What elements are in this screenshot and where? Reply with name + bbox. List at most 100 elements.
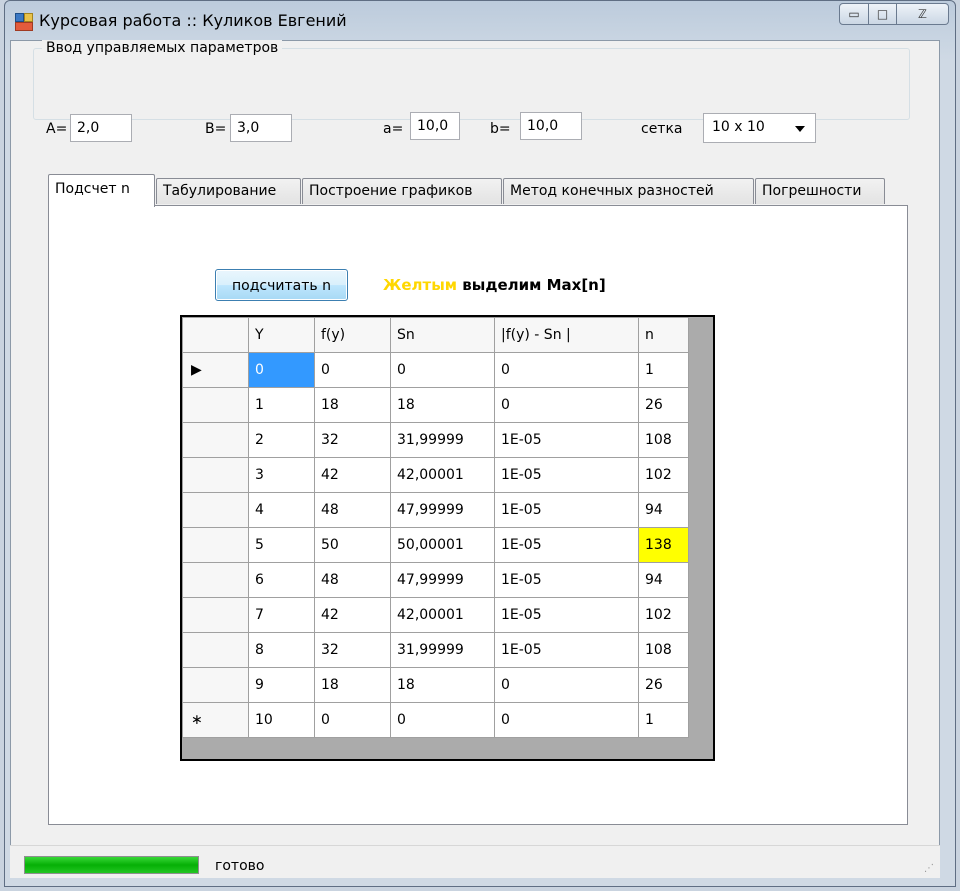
table-cell[interactable]: 102 — [638, 457, 689, 493]
table-cell[interactable]: 7 — [248, 597, 315, 633]
table-row[interactable]: 8 32 31,99999 1E-05 108 — [182, 632, 689, 668]
table-cell[interactable]: 0 — [314, 352, 391, 388]
row-header[interactable] — [182, 562, 249, 598]
table-cell[interactable]: 1 — [248, 387, 315, 423]
title-bar[interactable]: Курсовая работа :: Куликов Евгений ▭ □ ℤ — [5, 1, 955, 41]
a-lower-input[interactable] — [410, 112, 460, 140]
table-cell[interactable]: 42,00001 — [390, 457, 495, 493]
table-cell[interactable]: 50,00001 — [390, 527, 495, 563]
table-row[interactable]: 1 18 18 0 26 — [182, 387, 689, 423]
table-cell[interactable]: 6 — [248, 562, 315, 598]
tab-errors[interactable]: Погрешности — [755, 178, 885, 204]
table-cell[interactable]: 18 — [390, 667, 495, 703]
table-cell[interactable]: 32 — [314, 422, 391, 458]
table-cell[interactable]: 94 — [638, 492, 689, 528]
table-cell[interactable]: 18 — [314, 387, 391, 423]
table-cell[interactable]: 31,99999 — [390, 422, 495, 458]
row-header[interactable] — [182, 457, 249, 493]
b-upper-input[interactable] — [230, 114, 292, 142]
row-header[interactable] — [182, 527, 249, 563]
table-cell[interactable]: 26 — [638, 387, 689, 423]
table-cell[interactable]: 138 — [638, 527, 689, 563]
table-cell[interactable]: 47,99999 — [390, 492, 495, 528]
table-cell[interactable]: 8 — [248, 632, 315, 668]
table-row[interactable]: 3 42 42,00001 1E-05 102 — [182, 457, 689, 493]
table-row[interactable]: 9 18 18 0 26 — [182, 667, 689, 703]
table-row[interactable]: 5 50 50,00001 1E-05 138 — [182, 527, 689, 563]
tab-finite-difference[interactable]: Метод конечных разностей — [503, 178, 754, 204]
table-cell[interactable]: 108 — [638, 632, 689, 668]
table-cell[interactable]: 18 — [390, 387, 495, 423]
row-header[interactable]: ▶ — [182, 352, 249, 388]
table-cell[interactable]: 32 — [314, 632, 391, 668]
table-cell[interactable]: 1E-05 — [494, 562, 639, 598]
column-header-fy[interactable]: f(y) — [314, 317, 391, 353]
table-cell[interactable]: 0 — [248, 352, 315, 388]
table-cell[interactable]: 1E-05 — [494, 632, 639, 668]
row-header[interactable]: ∗ — [182, 702, 249, 738]
table-cell[interactable]: 0 — [390, 702, 495, 738]
table-cell[interactable]: 0 — [494, 667, 639, 703]
maximize-button[interactable]: □ — [869, 3, 897, 25]
row-header[interactable] — [182, 667, 249, 703]
tab-count-n[interactable]: Подсчет n — [48, 174, 155, 207]
table-cell[interactable]: 3 — [248, 457, 315, 493]
table-cell[interactable]: 42 — [314, 597, 391, 633]
b-lower-input[interactable] — [520, 112, 582, 140]
table-cell[interactable]: 0 — [494, 352, 639, 388]
table-cell[interactable]: 0 — [390, 352, 495, 388]
table-cell[interactable]: 94 — [638, 562, 689, 598]
table-cell[interactable]: 4 — [248, 492, 315, 528]
table-row[interactable]: ▶ 0 0 0 0 1 — [182, 352, 689, 388]
table-cell[interactable]: 1E-05 — [494, 492, 639, 528]
minimize-button[interactable]: ▭ — [839, 3, 869, 25]
table-cell[interactable]: 47,99999 — [390, 562, 495, 598]
table-cell[interactable]: 31,99999 — [390, 632, 495, 668]
compute-n-button[interactable]: подсчитать n — [215, 269, 348, 301]
close-button[interactable]: ℤ — [897, 3, 949, 25]
row-header[interactable] — [182, 632, 249, 668]
table-cell[interactable]: 42 — [314, 457, 391, 493]
table-cell[interactable]: 50 — [314, 527, 391, 563]
row-header[interactable] — [182, 422, 249, 458]
column-header-sn[interactable]: Sn — [390, 317, 495, 353]
table-cell[interactable]: 26 — [638, 667, 689, 703]
table-row[interactable]: ∗ 10 0 0 0 1 — [182, 702, 689, 738]
results-grid[interactable]: Y f(y) Sn |f(y) - Sn | n ▶ 0 0 0 0 1 1 18 18 0 26 2… — [180, 315, 715, 761]
table-cell[interactable]: 48 — [314, 562, 391, 598]
table-row[interactable]: 4 48 47,99999 1E-05 94 — [182, 492, 689, 528]
table-cell[interactable]: 0 — [494, 702, 639, 738]
table-cell[interactable]: 5 — [248, 527, 315, 563]
table-cell[interactable]: 1E-05 — [494, 527, 639, 563]
table-cell[interactable]: 10 — [248, 702, 315, 738]
table-cell[interactable]: 1 — [638, 352, 689, 388]
grid-size-select[interactable]: 10 x 10 — [703, 113, 816, 143]
table-cell[interactable]: 102 — [638, 597, 689, 633]
table-cell[interactable]: 0 — [314, 702, 391, 738]
table-cell[interactable]: 1E-05 — [494, 457, 639, 493]
table-cell[interactable]: 2 — [248, 422, 315, 458]
row-header[interactable] — [182, 387, 249, 423]
tab-tabulation[interactable]: Табулирование — [156, 178, 301, 204]
table-row[interactable]: 7 42 42,00001 1E-05 102 — [182, 597, 689, 633]
resize-grip-icon[interactable]: ⋰ — [924, 863, 934, 874]
table-cell[interactable]: 9 — [248, 667, 315, 703]
column-header-y[interactable]: Y — [248, 317, 315, 353]
table-cell[interactable]: 1E-05 — [494, 597, 639, 633]
table-row[interactable]: 6 48 47,99999 1E-05 94 — [182, 562, 689, 598]
table-cell[interactable]: 0 — [494, 387, 639, 423]
table-cell[interactable]: 1 — [638, 702, 689, 738]
a-lower-label: a= — [383, 121, 404, 137]
tab-plots[interactable]: Построение графиков — [302, 178, 502, 204]
row-header[interactable] — [182, 492, 249, 528]
table-cell[interactable]: 42,00001 — [390, 597, 495, 633]
row-header[interactable] — [182, 597, 249, 633]
a-upper-input[interactable] — [70, 114, 132, 142]
table-cell[interactable]: 108 — [638, 422, 689, 458]
table-cell[interactable]: 1E-05 — [494, 422, 639, 458]
column-header-diff[interactable]: |f(y) - Sn | — [494, 317, 639, 353]
table-cell[interactable]: 18 — [314, 667, 391, 703]
table-row[interactable]: 2 32 31,99999 1E-05 108 — [182, 422, 689, 458]
column-header-n[interactable]: n — [638, 317, 689, 353]
table-cell[interactable]: 48 — [314, 492, 391, 528]
